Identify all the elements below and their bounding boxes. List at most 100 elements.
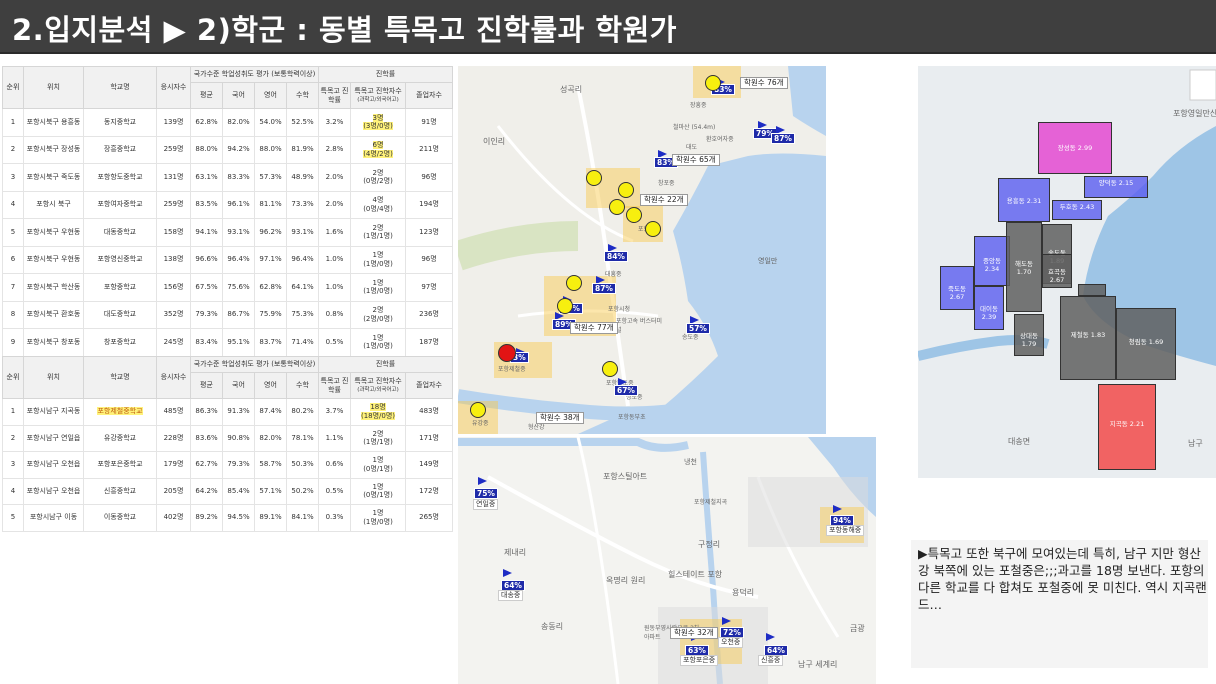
- col-examinees: 응시자수: [156, 356, 191, 399]
- zone-box[interactable]: 장성동 2.99: [1038, 122, 1112, 174]
- zone-box[interactable]: 중앙동 2.34: [974, 236, 1010, 286]
- cell-math: 81.9%: [286, 135, 319, 164]
- school-rate-badge[interactable]: 75%: [474, 488, 498, 499]
- map-south-pohang[interactable]: 포항스틸아트 제내리 구정리 옥명리 원리 힐스테이트 포항 송동리 용덕리 금…: [458, 437, 876, 684]
- cell-math: 96.4%: [286, 245, 319, 274]
- map-dong-zones[interactable]: 포항영일만신항 남구 대송면 장성동 2.99 양덕동 2.15 용흥동 2.3…: [918, 66, 1216, 478]
- academy-count: 학원수 76개: [740, 77, 788, 89]
- zone-box[interactable]: 해도동 1.70: [1006, 222, 1042, 312]
- cell-grad: 96명: [404, 245, 454, 274]
- cell-rank: 8: [2, 300, 24, 329]
- table-row: 9 포항시북구 창포동 창포중학교 245명 83.4% 95.1% 83.7% 71.4% 0…: [2, 328, 454, 357]
- special-school-marker[interactable]: [626, 207, 642, 223]
- special-school-marker[interactable]: [557, 298, 573, 314]
- cell-avg: 96.6%: [190, 245, 223, 274]
- zone-box[interactable]: 제철동 1.83: [1060, 296, 1116, 380]
- special-school-marker[interactable]: [609, 199, 625, 215]
- special-school-marker[interactable]: [705, 75, 721, 91]
- cell-math: 71.4%: [286, 328, 319, 357]
- comment-text: ▶특목고 또한 북구에 모여있는데 특히, 남구 지만 형산강 북쪽에 있는 포…: [918, 546, 1207, 612]
- special-school-marker[interactable]: [470, 402, 486, 418]
- table-row: 5 포항시북구 우현동 대동중학교 158명 94.1% 93.1% 96.2% 93.1% 1…: [2, 218, 454, 247]
- cell-rate: 3.7%: [318, 398, 351, 426]
- cell-school: 동지중학교: [83, 108, 157, 137]
- col-advance-group: 진학률: [317, 66, 454, 83]
- cell-avg: 63.1%: [190, 163, 223, 192]
- cell-loc: 포항시북구 환호동: [23, 300, 84, 329]
- map-north-pohang[interactable]: 성곡리 이인리 포항시청 환호여자중 장흥중 철마산 (54.4m) 대도 창포…: [458, 66, 826, 434]
- cell-exam: 228명: [156, 424, 191, 452]
- cell-avg: 83.6%: [190, 424, 223, 452]
- zone-box[interactable]: 죽도동 2.67: [940, 266, 974, 310]
- col-avg: 평균: [190, 372, 223, 399]
- cell-rate: 1.6%: [318, 218, 351, 247]
- map-place: 철마산 (54.4m): [673, 124, 716, 131]
- school-name-label: 포항포은중: [680, 655, 719, 666]
- cell-loc: 포항시 북구: [23, 190, 84, 219]
- col-rank: 순위: [2, 66, 24, 109]
- col-math: 수학: [286, 82, 319, 109]
- map-place: 구정리: [698, 540, 721, 549]
- cell-school: 이동중학교: [83, 504, 157, 532]
- map-place: 제내리: [504, 548, 527, 557]
- map-place: 남구: [1188, 439, 1203, 448]
- cell-kor: 96.1%: [222, 190, 255, 219]
- school-rate-badge[interactable]: 87%: [771, 133, 795, 144]
- zone-box[interactable]: 대이동 2.39: [974, 286, 1004, 330]
- academy-count: 학원수 65개: [672, 154, 720, 166]
- special-school-marker[interactable]: [618, 182, 634, 198]
- cell-grad: 483명: [404, 398, 454, 426]
- cell-kor: 93.1%: [222, 218, 255, 247]
- cell-rate: 1.1%: [318, 424, 351, 452]
- col-grads: 졸업자수: [404, 82, 454, 109]
- table-row: 1 포항시북구 용흥동 동지중학교 139명 62.8% 82.0% 54.0% 52.5% 3…: [2, 108, 454, 137]
- cell-avg: 88.0%: [190, 135, 223, 164]
- cell-rank: 2: [2, 135, 24, 164]
- col-eng: 영어: [254, 372, 287, 399]
- zone-box[interactable]: 효곡동 2.67: [1042, 254, 1072, 288]
- cell-rank: 5: [2, 504, 24, 532]
- cell-cnt: 4명 (0명/4명): [350, 190, 406, 219]
- cell-avg: 62.8%: [190, 108, 223, 137]
- cell-math: 80.2%: [286, 398, 319, 426]
- cell-avg: 86.3%: [190, 398, 223, 426]
- cell-rate: 0.6%: [318, 451, 351, 479]
- cell-loc: 포항시북구 우현동: [23, 218, 84, 247]
- top-school-marker[interactable]: [498, 344, 516, 362]
- cell-avg: 62.7%: [190, 451, 223, 479]
- cell-math: 50.3%: [286, 451, 319, 479]
- school-rate-badge[interactable]: 84%: [604, 251, 628, 262]
- cell-avg: 94.1%: [190, 218, 223, 247]
- zone-box[interactable]: 용흥동 2.31: [998, 178, 1050, 222]
- map-place: 포항스틸아트: [603, 472, 648, 481]
- school-rate-badge[interactable]: 57%: [686, 323, 710, 334]
- cell-grad: 172명: [404, 477, 454, 505]
- cell-cnt: 6명 (4명/2명): [350, 135, 406, 164]
- page-title: 2.입지분석 ▶ 2)학군 : 동별 특목고 진학률과 학원가: [12, 13, 677, 47]
- table-row: 8 포항시북구 환호동 대도중학교 352명 79.3% 86.7% 75.9% 75.3% 0…: [2, 300, 454, 329]
- school-rate-badge[interactable]: 67%: [614, 385, 638, 396]
- zone-box[interactable]: [1078, 284, 1106, 296]
- slide: 2.입지분석 ▶ 2)학군 : 동별 특목고 진학률과 학원가 순위 위치 학교…: [0, 0, 1216, 684]
- cell-cnt: 1명 (1명/0명): [350, 245, 406, 274]
- zone-box[interactable]: 두호동 2.43: [1052, 200, 1102, 220]
- cell-math: 73.3%: [286, 190, 319, 219]
- map-place: 장흥중: [690, 102, 707, 109]
- special-school-marker[interactable]: [566, 275, 582, 291]
- cell-eng: 89.1%: [254, 504, 287, 532]
- map-place: 냉천: [684, 458, 697, 466]
- cell-exam: 352명: [156, 300, 191, 329]
- cell-kor: 86.7%: [222, 300, 255, 329]
- cell-exam: 179명: [156, 451, 191, 479]
- zone-box[interactable]: 지곡동 2.21: [1098, 384, 1156, 470]
- zone-box[interactable]: 상대동 1.79: [1014, 314, 1044, 356]
- special-school-marker[interactable]: [586, 170, 602, 186]
- zone-box[interactable]: 양덕동 2.15: [1084, 176, 1148, 198]
- special-school-marker[interactable]: [602, 361, 618, 377]
- zone-box[interactable]: 청림동 1.69: [1116, 308, 1176, 380]
- cell-grad: 97명: [404, 273, 454, 302]
- special-school-marker[interactable]: [645, 221, 661, 237]
- cell-loc: 포항시남구 오천읍: [23, 477, 84, 505]
- school-rate-badge[interactable]: 87%: [592, 283, 616, 294]
- cell-exam: 259명: [156, 190, 191, 219]
